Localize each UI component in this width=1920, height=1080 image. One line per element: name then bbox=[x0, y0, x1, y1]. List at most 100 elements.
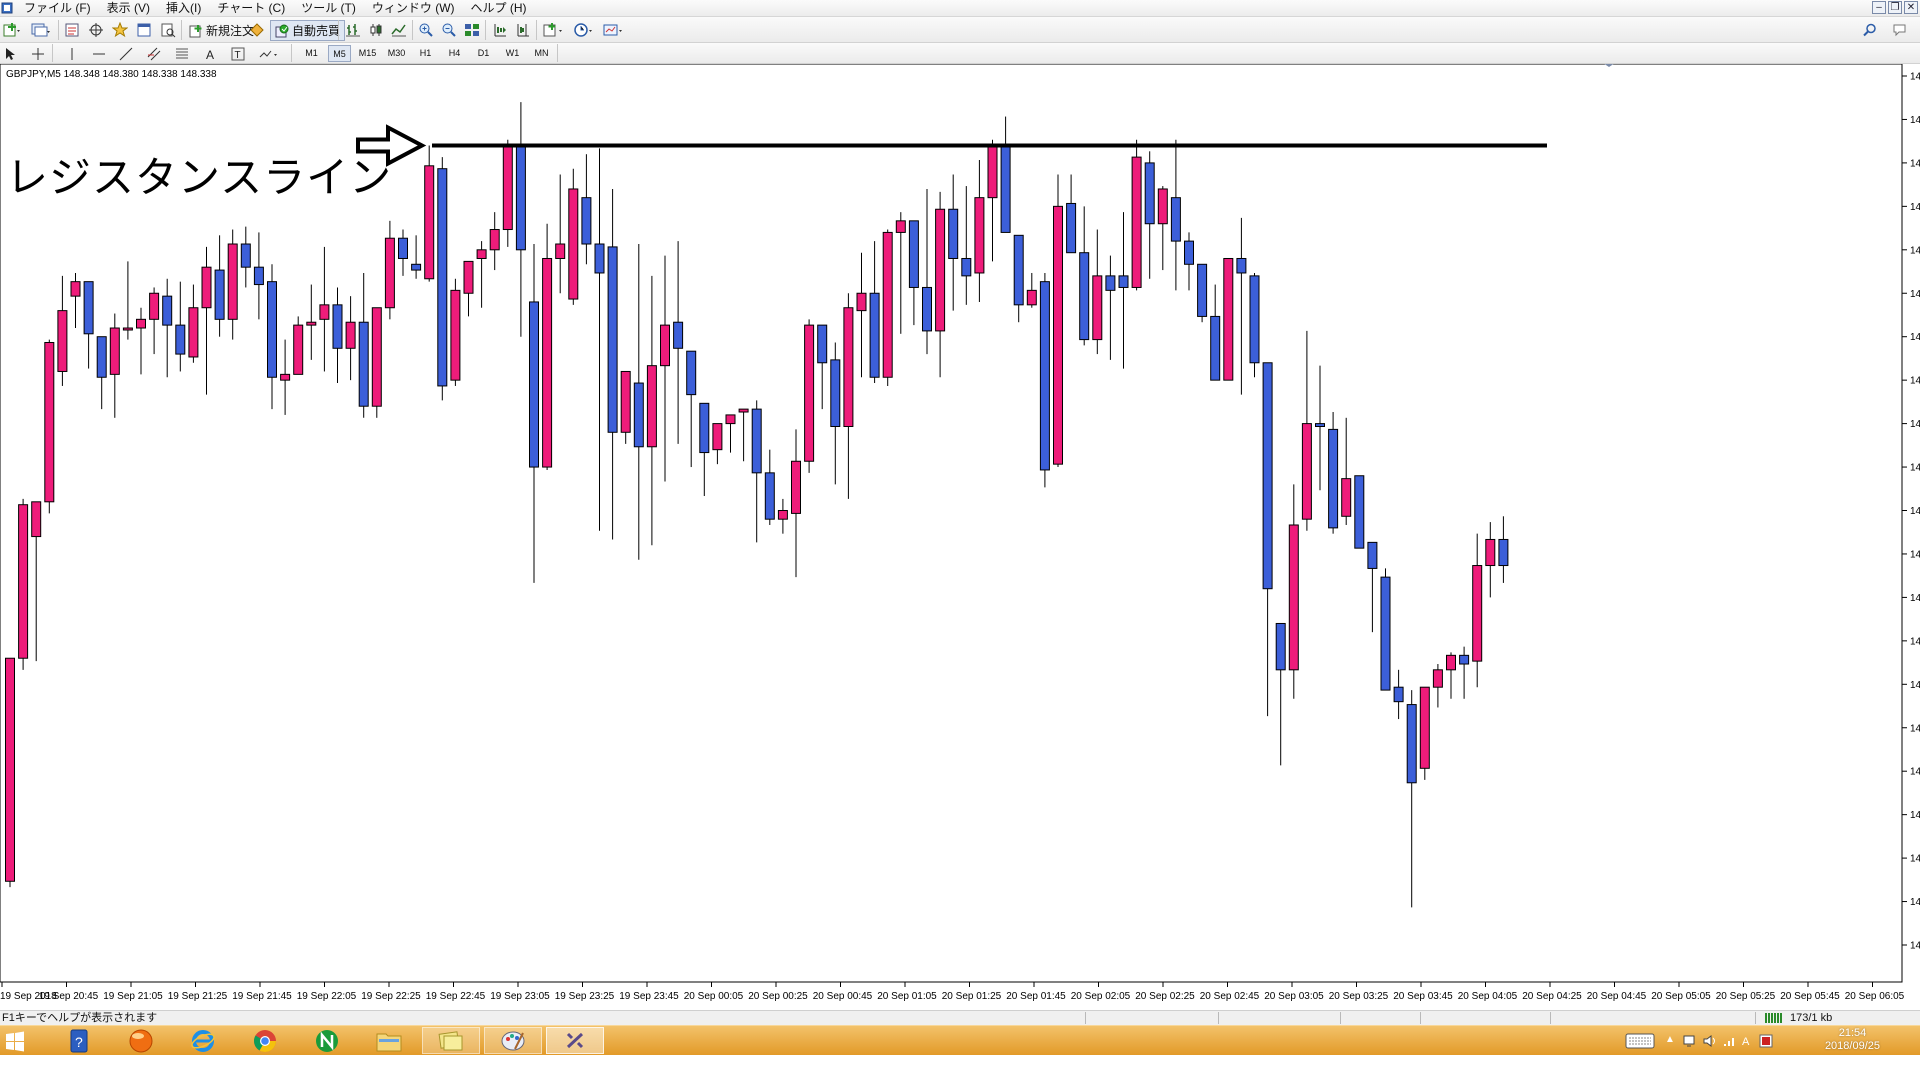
candlestick-chart-button[interactable] bbox=[366, 20, 386, 39]
x-tick-label: 19 Sep 21:25 bbox=[168, 991, 228, 1002]
svg-text:A: A bbox=[1742, 1036, 1750, 1048]
candle bbox=[1197, 263, 1208, 323]
zoom-in-button[interactable] bbox=[416, 20, 436, 39]
toolbar-separator bbox=[338, 20, 339, 40]
start-button[interactable] bbox=[0, 1027, 30, 1054]
menu-file[interactable]: ファイル (F) bbox=[16, 0, 99, 17]
taskbar-clock[interactable]: 21:54 2018/09/25 bbox=[1825, 1027, 1880, 1053]
cursor-tool[interactable] bbox=[0, 44, 20, 63]
terminal-icon bbox=[137, 23, 151, 36]
chat-button[interactable] bbox=[1890, 20, 1910, 39]
timeframe-h1[interactable]: H1 bbox=[414, 45, 437, 62]
navigator-button[interactable] bbox=[110, 20, 130, 39]
candle-body-bull bbox=[188, 307, 199, 358]
market-watch-button[interactable] bbox=[62, 20, 82, 39]
indicators-button[interactable] bbox=[541, 20, 567, 39]
strategy-tester-button[interactable] bbox=[158, 20, 178, 39]
toolbar-separator bbox=[291, 44, 292, 62]
candle-body-bull bbox=[1301, 423, 1312, 520]
x-tick-label: 20 Sep 02:05 bbox=[1071, 991, 1131, 1002]
volume-icon[interactable] bbox=[1702, 1032, 1718, 1050]
timeframe-m1[interactable]: M1 bbox=[300, 45, 323, 62]
horizontal-line-icon bbox=[93, 53, 105, 54]
data-window-button[interactable] bbox=[86, 20, 106, 39]
menu-chart[interactable]: チャート (C) bbox=[209, 0, 293, 17]
channel-tool[interactable] bbox=[144, 44, 164, 63]
auto-trading-button[interactable]: 自動売買 bbox=[270, 20, 346, 41]
auto-scroll-button[interactable] bbox=[490, 20, 510, 39]
chart-shift-button[interactable] bbox=[513, 20, 533, 39]
timeframe-m15[interactable]: M15 bbox=[356, 45, 379, 62]
timeframe-mn[interactable]: MN bbox=[530, 45, 553, 62]
chart-window[interactable]: 147.635 147.620 147.605 147.590 147.575 147.5… bbox=[0, 64, 1920, 1010]
tile-windows-button[interactable] bbox=[462, 20, 482, 39]
text-tool[interactable]: A bbox=[200, 44, 220, 63]
app-n-taskbar-button[interactable] bbox=[298, 1027, 356, 1054]
new-chart-button[interactable] bbox=[0, 20, 24, 39]
candle-body-bear bbox=[830, 359, 841, 427]
explorer-taskbar-button[interactable] bbox=[360, 1027, 418, 1054]
signal-icon[interactable] bbox=[1722, 1032, 1738, 1050]
candle-body-bear bbox=[267, 281, 277, 378]
tile-windows-icon bbox=[465, 23, 479, 36]
timeframe-d1[interactable]: D1 bbox=[472, 45, 495, 62]
svg-text:A: A bbox=[206, 48, 214, 61]
chrome-taskbar-button[interactable] bbox=[236, 1027, 294, 1054]
media-taskbar-button[interactable] bbox=[112, 1027, 170, 1054]
market-watch-icon bbox=[65, 23, 79, 36]
y-tick-label: 147.605 bbox=[1910, 158, 1920, 169]
candle-body-bull bbox=[1053, 205, 1063, 465]
timeframe-m30[interactable]: M30 bbox=[385, 45, 408, 62]
flag-icon[interactable] bbox=[1758, 1032, 1774, 1050]
menu-tools[interactable]: ツール (T) bbox=[293, 0, 364, 17]
crosshair-tool[interactable] bbox=[28, 44, 48, 63]
arrows-tool[interactable] bbox=[256, 44, 282, 63]
paint-taskbar-button[interactable] bbox=[484, 1027, 542, 1054]
connection-bars-icon bbox=[1765, 1013, 1783, 1023]
tray-overflow-icon[interactable]: ▲ bbox=[1665, 1034, 1675, 1045]
restore-button[interactable]: ❐ bbox=[1888, 1, 1902, 14]
fibonacci-icon bbox=[176, 48, 188, 58]
network-icon[interactable] bbox=[1682, 1032, 1698, 1050]
timeframe-w1[interactable]: W1 bbox=[501, 45, 524, 62]
candle-body-bull bbox=[987, 145, 998, 199]
chrome-icon bbox=[254, 1029, 276, 1052]
fibonacci-tool[interactable] bbox=[172, 44, 192, 63]
text-label-tool[interactable]: T bbox=[228, 44, 248, 63]
vertical-line-tool[interactable] bbox=[62, 44, 82, 63]
ie-taskbar-button[interactable] bbox=[174, 1027, 232, 1054]
terminal-button[interactable] bbox=[134, 20, 154, 39]
notes-taskbar-button[interactable] bbox=[422, 1027, 480, 1054]
keyboard-icon[interactable] bbox=[1625, 1032, 1655, 1050]
star-folder-icon bbox=[112, 21, 128, 37]
ime-icon[interactable]: A bbox=[1740, 1032, 1756, 1050]
trendline-tool[interactable] bbox=[116, 44, 136, 63]
candle-body-bull bbox=[725, 414, 736, 425]
bar-chart-button[interactable] bbox=[343, 20, 363, 39]
zoom-out-icon bbox=[442, 23, 456, 37]
close-button[interactable]: ✕ bbox=[1904, 1, 1918, 14]
horizontal-line-tool[interactable] bbox=[89, 44, 109, 63]
menu-insert[interactable]: 挿入(I) bbox=[158, 0, 209, 17]
templates-button[interactable] bbox=[601, 20, 627, 39]
minimize-button[interactable]: – bbox=[1872, 1, 1886, 14]
candle bbox=[1419, 686, 1430, 780]
profiles-button[interactable] bbox=[28, 20, 54, 39]
line-chart-button[interactable] bbox=[389, 20, 409, 39]
periods-button[interactable] bbox=[571, 20, 597, 39]
timeframe-h4[interactable]: H4 bbox=[443, 45, 466, 62]
metatrader-taskbar-button[interactable] bbox=[546, 1027, 604, 1054]
timeframe-m5[interactable]: M5 bbox=[328, 45, 351, 62]
x-tick-label: 20 Sep 06:05 bbox=[1845, 991, 1905, 1002]
zoom-out-button[interactable] bbox=[439, 20, 459, 39]
search-button[interactable] bbox=[1860, 20, 1880, 39]
menu-window[interactable]: ウィンドウ (W) bbox=[364, 0, 463, 17]
metatrader-icon bbox=[566, 1032, 584, 1048]
arrows-icon bbox=[259, 50, 277, 57]
menu-view[interactable]: 表示 (V) bbox=[99, 0, 158, 17]
help-taskbar-button[interactable]: ? bbox=[50, 1027, 108, 1054]
metaeditor-button[interactable] bbox=[247, 20, 267, 39]
candlestick-chart[interactable]: 147.635 147.620 147.605 147.590 147.575 147.5… bbox=[0, 64, 1920, 1010]
x-tick-label: 19 Sep 23:25 bbox=[555, 991, 615, 1002]
menu-help[interactable]: ヘルプ (H) bbox=[463, 0, 535, 17]
